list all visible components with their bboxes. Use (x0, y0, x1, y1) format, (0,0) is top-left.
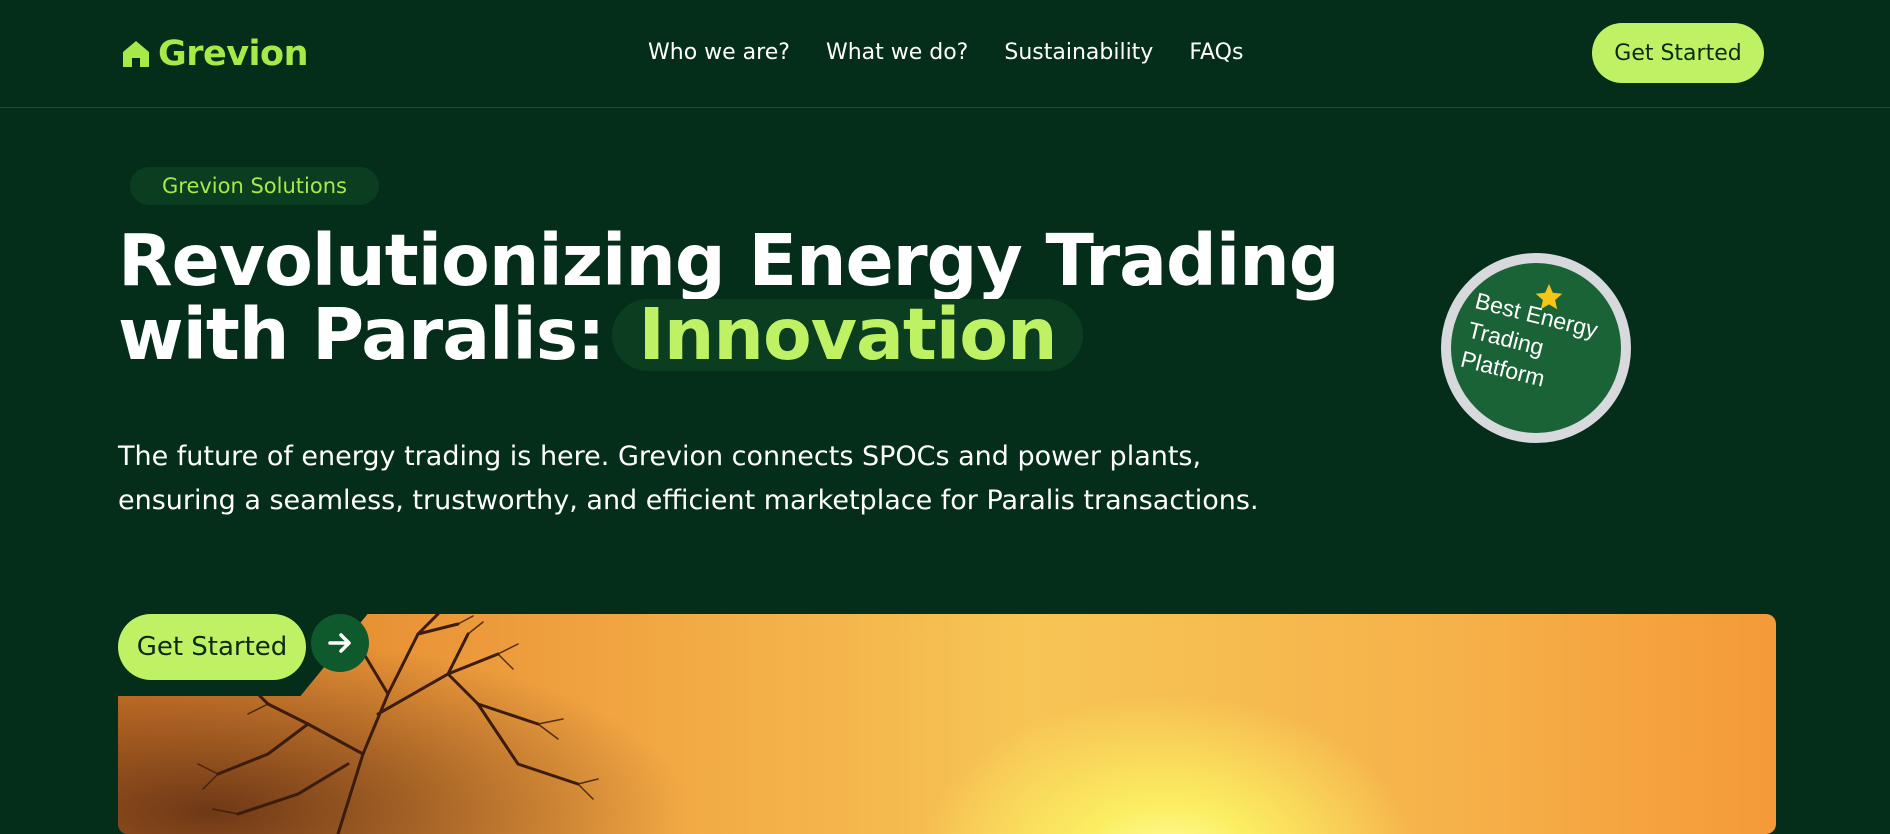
hero-title-prefix: with Paralis: (118, 293, 605, 376)
hero-description: The future of energy trading is here. Gr… (118, 441, 1259, 516)
best-platform-badge: Best Energy Trading Platform (1441, 253, 1631, 443)
logo[interactable]: Grevion (120, 34, 309, 74)
hero-arrow-button[interactable] (311, 614, 369, 672)
hero-title: Revolutionizing Energy Trading with Para… (118, 224, 1378, 372)
hero-get-started-button[interactable]: Get Started (118, 614, 306, 680)
hero-title-line-2: with Paralis: Innovation (118, 298, 1378, 372)
nav-item-sustainability[interactable]: Sustainability (1004, 40, 1153, 65)
nav-item-what-we-do[interactable]: What we do? (826, 40, 968, 65)
top-navigation-bar: Grevion Who we are? What we do? Sustaina… (0, 0, 1890, 108)
hero-title-highlight: Innovation (612, 299, 1083, 371)
hero-title-line-1: Revolutionizing Energy Trading (118, 219, 1340, 302)
header-get-started-button[interactable]: Get Started (1592, 23, 1764, 83)
main-nav: Who we are? What we do? Sustainability F… (648, 40, 1243, 65)
hero-tag-pill: Grevion Solutions (130, 167, 379, 205)
nav-item-who-we-are[interactable]: Who we are? (648, 40, 790, 65)
home-icon (123, 41, 149, 67)
logo-text: Grevion (158, 34, 309, 74)
arrow-right-icon (328, 633, 351, 653)
nav-item-faqs[interactable]: FAQs (1189, 40, 1243, 65)
